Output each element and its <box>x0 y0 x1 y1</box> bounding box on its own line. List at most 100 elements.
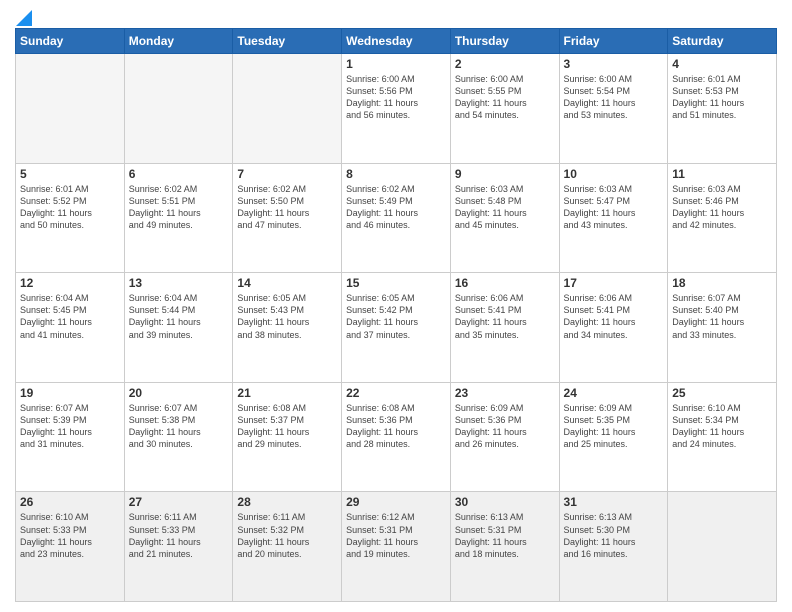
col-header-wednesday: Wednesday <box>342 29 451 54</box>
day-info: Sunrise: 6:04 AM Sunset: 5:44 PM Dayligh… <box>129 292 229 341</box>
day-cell: 3 Sunrise: 6:00 AM Sunset: 5:54 PM Daylig… <box>559 54 668 164</box>
day-info: Sunrise: 6:08 AM Sunset: 5:37 PM Dayligh… <box>237 402 337 451</box>
day-cell: 15 Sunrise: 6:05 AM Sunset: 5:42 PM Dayli… <box>342 273 451 383</box>
day-number: 14 <box>237 276 337 290</box>
day-cell: 26 Sunrise: 6:10 AM Sunset: 5:33 PM Dayli… <box>16 492 125 602</box>
week-row-1: 5 Sunrise: 6:01 AM Sunset: 5:52 PM Daylig… <box>16 163 777 273</box>
day-info: Sunrise: 6:01 AM Sunset: 5:53 PM Dayligh… <box>672 73 772 122</box>
day-cell: 9 Sunrise: 6:03 AM Sunset: 5:48 PM Daylig… <box>450 163 559 273</box>
day-cell: 17 Sunrise: 6:06 AM Sunset: 5:41 PM Dayli… <box>559 273 668 383</box>
week-row-2: 12Sunrise: 6:04 AM Sunset: 5:45 PM Dayli… <box>16 273 777 383</box>
day-cell <box>16 54 125 164</box>
day-cell: 2 Sunrise: 6:00 AM Sunset: 5:55 PM Daylig… <box>450 54 559 164</box>
day-info: Sunrise: 6:13 AM Sunset: 5:30 PM Dayligh… <box>564 511 664 560</box>
day-cell: 29Sunrise: 6:12 AM Sunset: 5:31 PM Dayli… <box>342 492 451 602</box>
header <box>15 10 777 22</box>
day-info: Sunrise: 6:08 AM Sunset: 5:36 PM Dayligh… <box>346 402 446 451</box>
day-number: 7 <box>237 167 337 181</box>
day-cell: 8 Sunrise: 6:02 AM Sunset: 5:49 PM Daylig… <box>342 163 451 273</box>
day-number: 2 <box>455 57 555 71</box>
day-info: Sunrise: 6:07 AM Sunset: 5:39 PM Dayligh… <box>20 402 120 451</box>
col-header-monday: Monday <box>124 29 233 54</box>
col-header-sunday: Sunday <box>16 29 125 54</box>
day-info: Sunrise: 6:01 AM Sunset: 5:52 PM Dayligh… <box>20 183 120 232</box>
day-info: Sunrise: 6:10 AM Sunset: 5:34 PM Dayligh… <box>672 402 772 451</box>
day-number: 15 <box>346 276 446 290</box>
day-info: Sunrise: 6:07 AM Sunset: 5:38 PM Dayligh… <box>129 402 229 451</box>
day-cell: 19 Sunrise: 6:07 AM Sunset: 5:39 PM Dayli… <box>16 382 125 492</box>
day-number: 16 <box>455 276 555 290</box>
day-cell: 22 Sunrise: 6:08 AM Sunset: 5:36 PM Dayli… <box>342 382 451 492</box>
day-info: Sunrise: 6:11 AM Sunset: 5:32 PM Dayligh… <box>237 511 337 560</box>
week-row-0: 1 Sunrise: 6:00 AM Sunset: 5:56 PM Daylig… <box>16 54 777 164</box>
day-info: Sunrise: 6:10 AM Sunset: 5:33 PM Dayligh… <box>20 511 120 560</box>
day-info: Sunrise: 6:11 AM Sunset: 5:33 PM Dayligh… <box>129 511 229 560</box>
logo <box>15 10 33 22</box>
day-number: 26 <box>20 495 120 509</box>
day-number: 10 <box>564 167 664 181</box>
day-info: Sunrise: 6:04 AM Sunset: 5:45 PM Dayligh… <box>20 292 120 341</box>
day-cell: 21 Sunrise: 6:08 AM Sunset: 5:37 PM Dayli… <box>233 382 342 492</box>
day-number: 20 <box>129 386 229 400</box>
day-number: 3 <box>564 57 664 71</box>
day-cell: 12Sunrise: 6:04 AM Sunset: 5:45 PM Dayli… <box>16 273 125 383</box>
day-cell: 16 Sunrise: 6:06 AM Sunset: 5:41 PM Dayli… <box>450 273 559 383</box>
day-number: 29 <box>346 495 446 509</box>
day-number: 4 <box>672 57 772 71</box>
day-number: 28 <box>237 495 337 509</box>
day-info: Sunrise: 6:05 AM Sunset: 5:42 PM Dayligh… <box>346 292 446 341</box>
day-info: Sunrise: 6:03 AM Sunset: 5:47 PM Dayligh… <box>564 183 664 232</box>
day-cell: 4 Sunrise: 6:01 AM Sunset: 5:53 PM Daylig… <box>668 54 777 164</box>
week-row-4: 26 Sunrise: 6:10 AM Sunset: 5:33 PM Dayli… <box>16 492 777 602</box>
day-cell: 10 Sunrise: 6:03 AM Sunset: 5:47 PM Dayli… <box>559 163 668 273</box>
day-number: 21 <box>237 386 337 400</box>
day-number: 8 <box>346 167 446 181</box>
day-cell: 31 Sunrise: 6:13 AM Sunset: 5:30 PM Dayli… <box>559 492 668 602</box>
day-cell: 18Sunrise: 6:07 AM Sunset: 5:40 PM Dayli… <box>668 273 777 383</box>
day-info: Sunrise: 6:02 AM Sunset: 5:50 PM Dayligh… <box>237 183 337 232</box>
day-number: 23 <box>455 386 555 400</box>
day-number: 6 <box>129 167 229 181</box>
day-number: 22 <box>346 386 446 400</box>
day-number: 5 <box>20 167 120 181</box>
calendar: SundayMondayTuesdayWednesdayThursdayFrid… <box>15 28 777 602</box>
day-cell: 6 Sunrise: 6:02 AM Sunset: 5:51 PM Daylig… <box>124 163 233 273</box>
day-number: 9 <box>455 167 555 181</box>
day-number: 31 <box>564 495 664 509</box>
day-cell: 27 Sunrise: 6:11 AM Sunset: 5:33 PM Dayli… <box>124 492 233 602</box>
day-cell: 24 Sunrise: 6:09 AM Sunset: 5:35 PM Dayli… <box>559 382 668 492</box>
col-header-tuesday: Tuesday <box>233 29 342 54</box>
day-info: Sunrise: 6:06 AM Sunset: 5:41 PM Dayligh… <box>455 292 555 341</box>
day-number: 17 <box>564 276 664 290</box>
day-cell: 13 Sunrise: 6:04 AM Sunset: 5:44 PM Dayli… <box>124 273 233 383</box>
day-info: Sunrise: 6:02 AM Sunset: 5:51 PM Dayligh… <box>129 183 229 232</box>
day-cell: 14Sunrise: 6:05 AM Sunset: 5:43 PM Dayli… <box>233 273 342 383</box>
day-info: Sunrise: 6:02 AM Sunset: 5:49 PM Dayligh… <box>346 183 446 232</box>
day-number: 1 <box>346 57 446 71</box>
day-number: 30 <box>455 495 555 509</box>
col-header-thursday: Thursday <box>450 29 559 54</box>
page: SundayMondayTuesdayWednesdayThursdayFrid… <box>0 0 792 612</box>
day-number: 27 <box>129 495 229 509</box>
col-header-friday: Friday <box>559 29 668 54</box>
day-number: 19 <box>20 386 120 400</box>
day-info: Sunrise: 6:07 AM Sunset: 5:40 PM Dayligh… <box>672 292 772 341</box>
day-info: Sunrise: 6:00 AM Sunset: 5:56 PM Dayligh… <box>346 73 446 122</box>
day-cell <box>668 492 777 602</box>
day-number: 11 <box>672 167 772 181</box>
day-info: Sunrise: 6:00 AM Sunset: 5:55 PM Dayligh… <box>455 73 555 122</box>
day-info: Sunrise: 6:06 AM Sunset: 5:41 PM Dayligh… <box>564 292 664 341</box>
day-cell: 7 Sunrise: 6:02 AM Sunset: 5:50 PM Daylig… <box>233 163 342 273</box>
day-number: 13 <box>129 276 229 290</box>
day-info: Sunrise: 6:13 AM Sunset: 5:31 PM Dayligh… <box>455 511 555 560</box>
day-cell: 23Sunrise: 6:09 AM Sunset: 5:36 PM Dayli… <box>450 382 559 492</box>
day-number: 24 <box>564 386 664 400</box>
col-header-saturday: Saturday <box>668 29 777 54</box>
calendar-header-row: SundayMondayTuesdayWednesdayThursdayFrid… <box>16 29 777 54</box>
day-info: Sunrise: 6:00 AM Sunset: 5:54 PM Dayligh… <box>564 73 664 122</box>
day-cell <box>233 54 342 164</box>
day-info: Sunrise: 6:03 AM Sunset: 5:48 PM Dayligh… <box>455 183 555 232</box>
day-cell: 20 Sunrise: 6:07 AM Sunset: 5:38 PM Dayli… <box>124 382 233 492</box>
day-info: Sunrise: 6:09 AM Sunset: 5:35 PM Dayligh… <box>564 402 664 451</box>
day-cell: 5 Sunrise: 6:01 AM Sunset: 5:52 PM Daylig… <box>16 163 125 273</box>
